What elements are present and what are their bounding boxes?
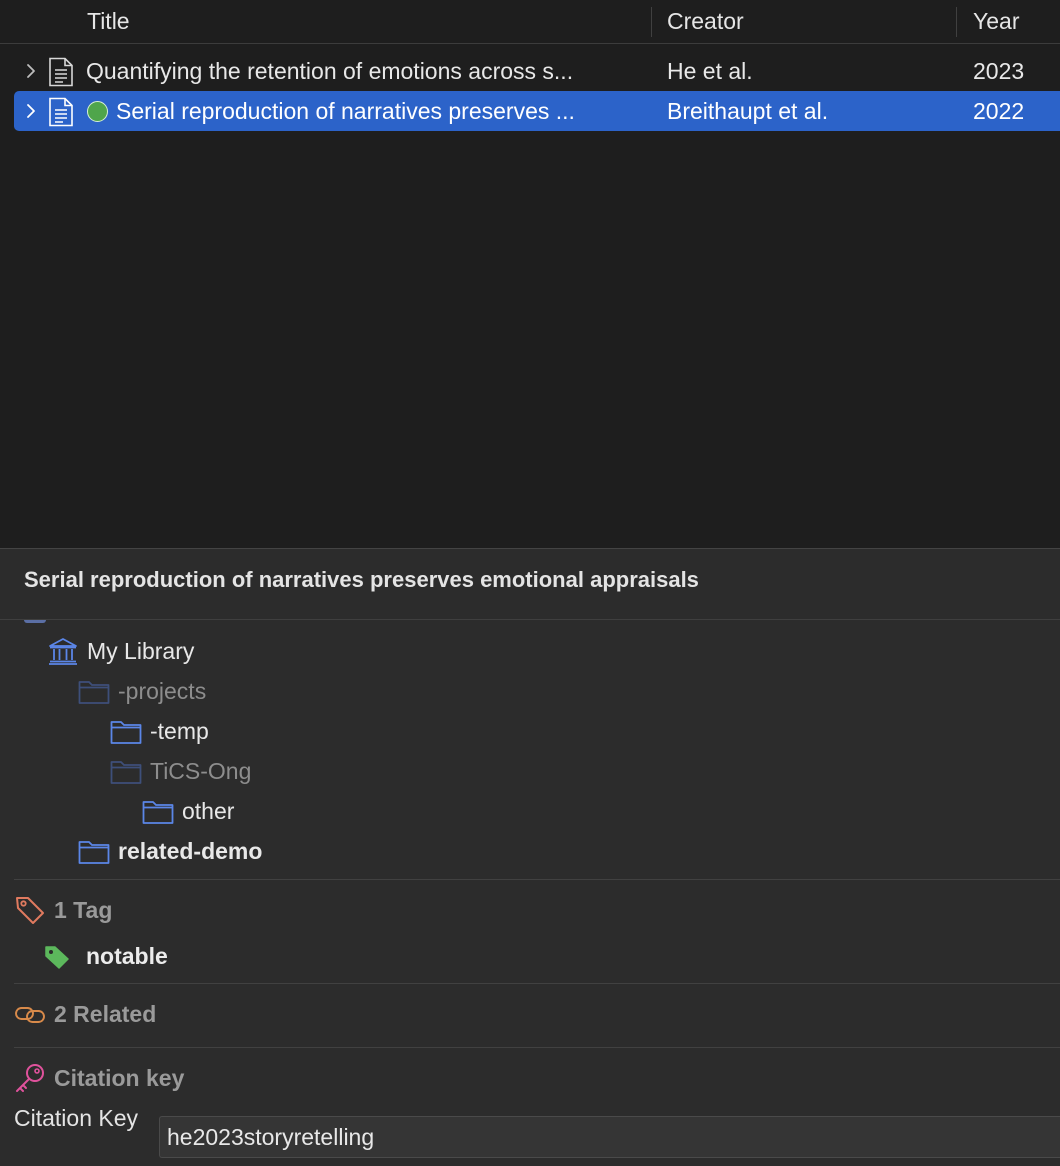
document-icon <box>49 97 73 127</box>
collection-label: TiCS-Ong <box>150 758 252 784</box>
section-icon-partial <box>24 620 46 623</box>
collection-label: related-demo <box>118 838 263 864</box>
folder-icon <box>78 841 110 864</box>
row-title: Serial reproduction of narratives preser… <box>116 98 575 124</box>
collection-label: -temp <box>150 718 209 744</box>
citation-section-label: Citation key <box>54 1065 185 1091</box>
table-row-selected[interactable]: Serial reproduction of narratives preser… <box>14 91 1060 131</box>
row-year: 2022 <box>973 98 1025 124</box>
row-title: Quantifying the retention of emotions ac… <box>86 58 574 84</box>
row-creator: He et al. <box>667 58 753 84</box>
table-header: Title Creator Year <box>0 0 1060 44</box>
read-status-dot-icon <box>87 101 108 122</box>
document-icon <box>49 57 73 87</box>
folder-icon <box>142 801 174 824</box>
collection-label: other <box>182 798 235 824</box>
tag-icon <box>45 946 69 969</box>
column-divider[interactable] <box>651 7 652 37</box>
key-icon <box>16 1064 44 1092</box>
divider <box>0 619 1060 620</box>
tags-section-label: 1 Tag <box>54 897 113 923</box>
chevron-right-icon[interactable] <box>21 101 41 121</box>
library-icon <box>49 638 77 665</box>
related-section-label: 2 Related <box>54 1001 157 1027</box>
divider <box>14 983 1060 984</box>
table-row[interactable]: Quantifying the retention of emotions ac… <box>14 51 1060 91</box>
library-label: My Library <box>87 638 195 664</box>
divider <box>14 1047 1060 1048</box>
link-icon <box>15 1007 45 1023</box>
tag-outline-icon <box>16 897 44 924</box>
column-divider[interactable] <box>956 7 957 37</box>
column-header-title[interactable]: Title <box>87 0 130 44</box>
column-header-creator[interactable]: Creator <box>667 0 744 44</box>
column-header-year[interactable]: Year <box>973 0 1019 44</box>
items-table: Title Creator Year Quantifying the reten… <box>0 0 1060 548</box>
folder-icon <box>110 721 142 744</box>
divider <box>14 879 1060 880</box>
row-year: 2023 <box>973 58 1025 84</box>
folder-icon <box>78 681 110 704</box>
row-creator: Breithaupt et al. <box>667 98 829 124</box>
tag-label: notable <box>86 943 168 969</box>
item-pane: Serial reproduction of narratives preser… <box>0 548 1060 1166</box>
chevron-right-icon[interactable] <box>21 61 41 81</box>
item-pane-title: Serial reproduction of narratives preser… <box>24 567 699 592</box>
citation-key-label: Citation Key <box>14 1105 139 1131</box>
citation-key-field[interactable] <box>159 1116 1060 1158</box>
collection-label: -projects <box>118 678 207 704</box>
folder-icon <box>110 761 142 784</box>
